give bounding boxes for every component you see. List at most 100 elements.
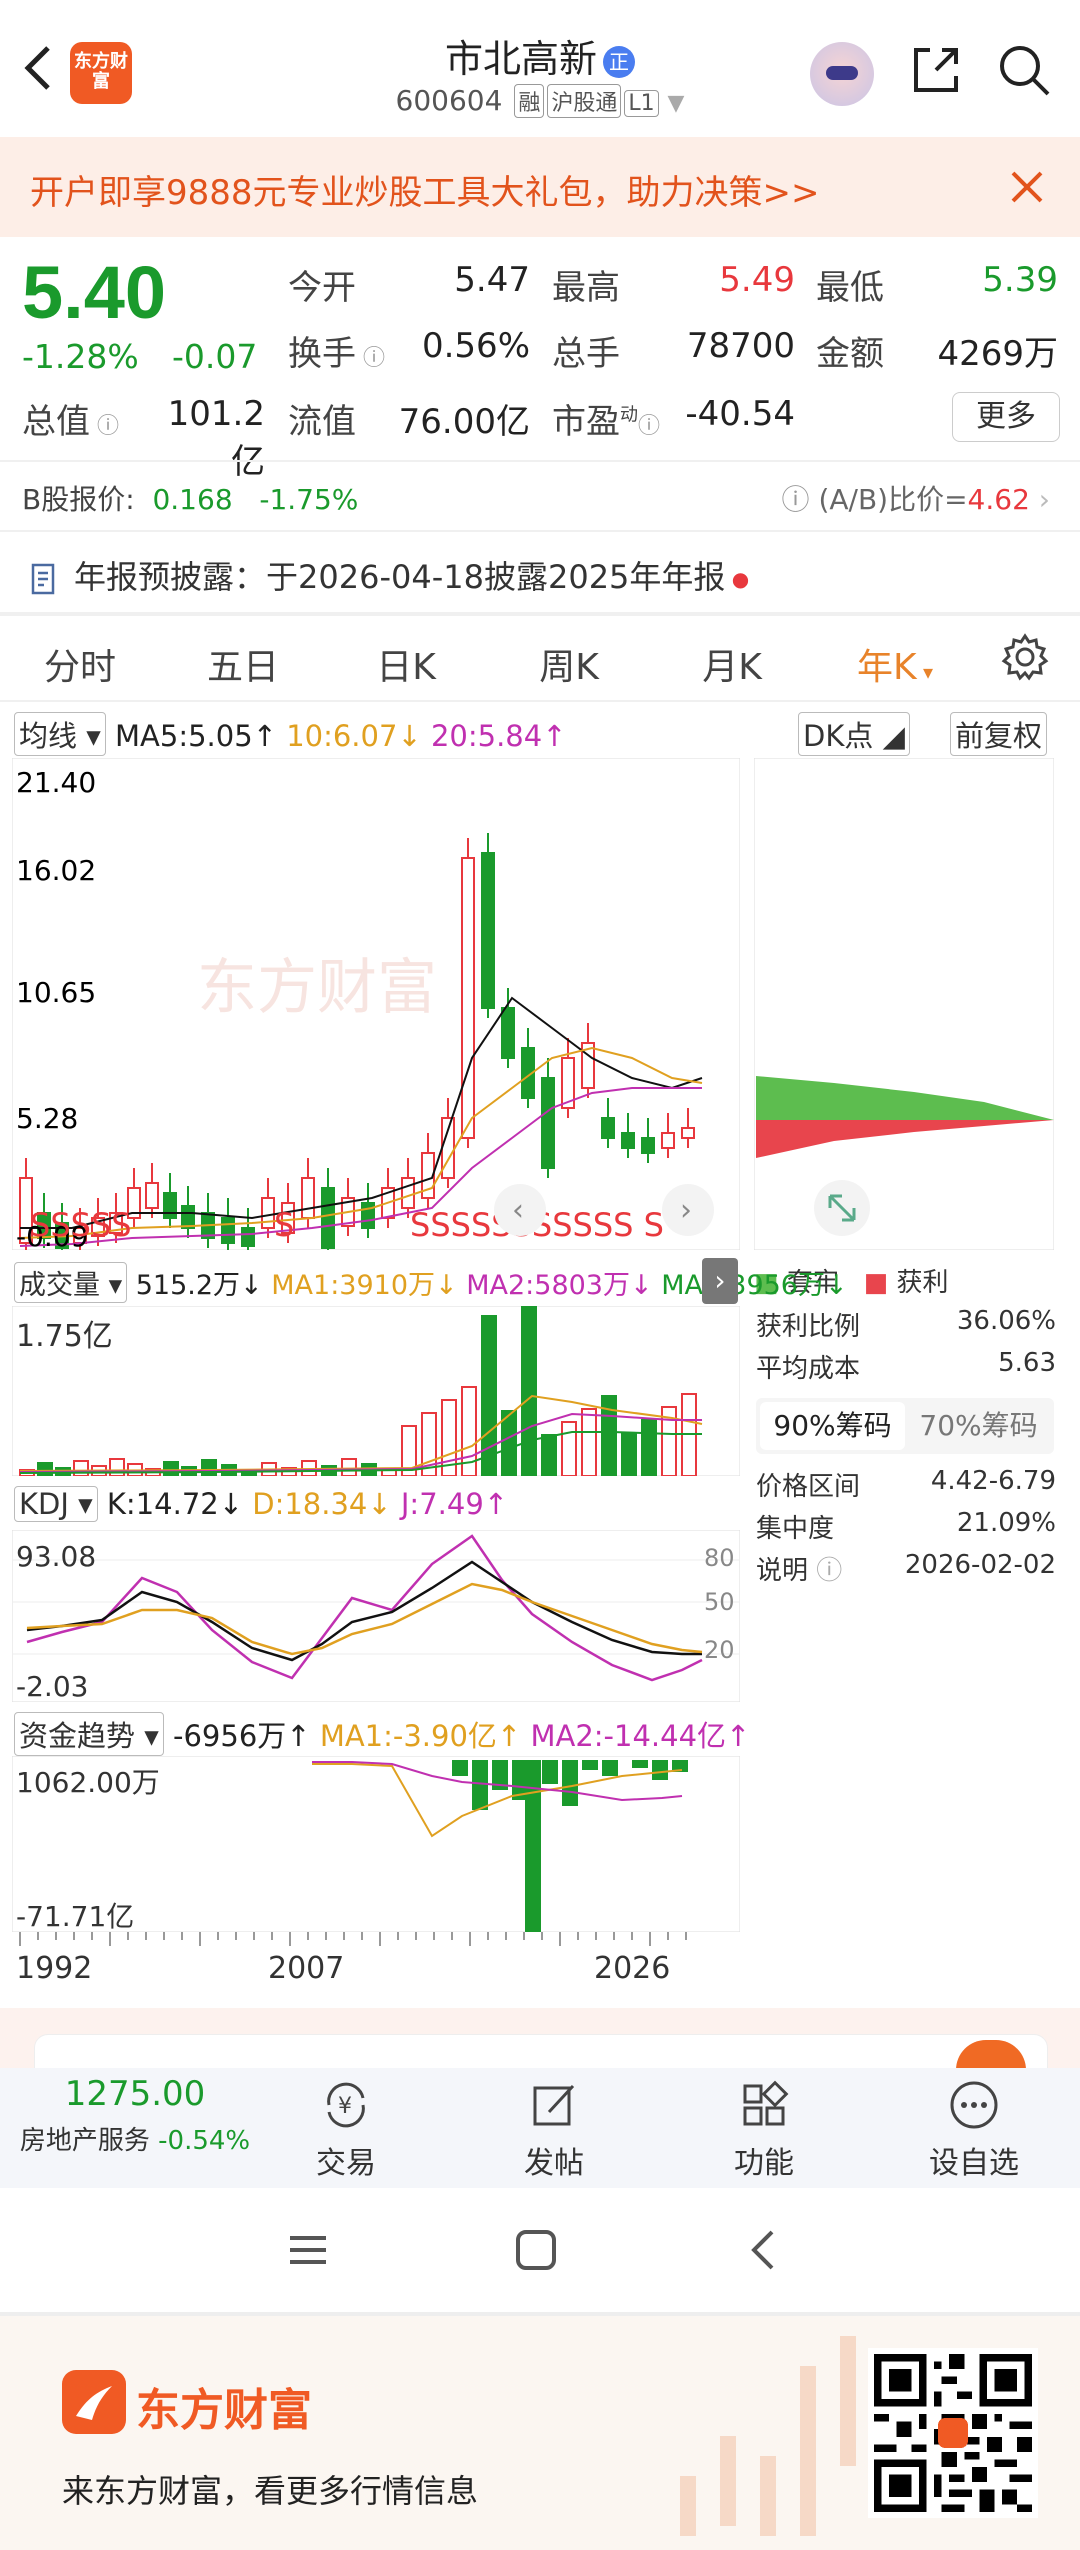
tab-yearly-k[interactable]: 年K ▾	[830, 638, 960, 690]
volume-bar	[341, 1458, 357, 1476]
change-percent: -1.28%	[22, 337, 139, 376]
volume-selector[interactable]: 成交量 ▾	[14, 1262, 128, 1303]
trade-button[interactable]: ¥ 交易	[276, 2078, 416, 2182]
candle	[601, 1117, 615, 1139]
kdj-legend: KDJ ▾ K:14.72↓ D:18.34↓ J:7.49↑	[14, 1486, 508, 1522]
divider	[0, 700, 1080, 702]
tab-weekly-k[interactable]: 周K	[504, 638, 634, 690]
amount-label: 金额	[816, 334, 884, 374]
divider	[0, 530, 1080, 532]
ma20-value: 20:5.84↑	[430, 719, 567, 753]
ma-selector[interactable]: 均线 ▾	[14, 712, 106, 756]
candle	[461, 857, 475, 1139]
candle	[641, 1137, 655, 1154]
banner-text[interactable]: 开户即享9888元专业炒股工具大礼包，助力决策>>	[30, 165, 820, 214]
x-label-mid: 2007	[268, 1951, 344, 1986]
s-signal-marker: S	[274, 1206, 294, 1244]
chip-distribution-chart[interactable]	[754, 758, 1054, 1250]
nav-back-icon[interactable]	[742, 2228, 786, 2272]
promo-slogan: 来东方财富，看更多行情信息	[62, 2472, 479, 2510]
fund-bar	[582, 1760, 598, 1770]
concentration-row: 集中度 21.09%	[756, 1508, 1056, 1544]
kdj-selector[interactable]: KDJ ▾	[14, 1486, 98, 1522]
index-pct: -0.54%	[158, 2126, 251, 2156]
qr-code[interactable]	[868, 2348, 1038, 2518]
fund-trend-selector[interactable]: 资金趋势 ▾	[14, 1712, 164, 1756]
menu-icon[interactable]	[286, 2228, 330, 2272]
y-label: 16.02	[16, 854, 96, 887]
back-arrow-icon[interactable]	[18, 40, 58, 96]
market-cap-value: 101.2亿	[167, 394, 265, 482]
chip-stats: 获利比例 36.06% 平均成本 5.63 90%筹码 70%筹码 价格区间 4.42…	[756, 1306, 1056, 1596]
fund-bar	[632, 1760, 648, 1768]
kline-chart[interactable]: 东方财富 21.40 16.02 10.65 5.28 -0.09 SSSSS S…	[12, 758, 740, 1250]
kdj-y-bottom: -2.03	[16, 1670, 88, 1702]
divider	[0, 460, 1080, 462]
post-button[interactable]: 发帖	[484, 2078, 624, 2182]
tab-monthly-k[interactable]: 月K	[667, 638, 797, 690]
pe-value: -40.54	[685, 394, 795, 434]
float-cap-value: 76.00亿	[398, 402, 530, 442]
volume-bar	[641, 1419, 657, 1476]
adjust-selector[interactable]: 前复权	[950, 712, 1048, 756]
assistant-avatar[interactable]	[810, 42, 874, 106]
info-icon[interactable]: ⓘ	[808, 1556, 842, 1586]
dk-point-toggle[interactable]: DK点 ◢	[798, 712, 910, 756]
tab-five-day[interactable]: 五日	[178, 638, 308, 690]
margin-tag: 融	[514, 84, 545, 118]
current-price: 5.40	[22, 251, 167, 334]
annual-report-notice[interactable]: 年报预披露：于2026-04-18披露2025年年报 ●	[30, 552, 749, 598]
ab-ratio[interactable]: ⓘ (A/B)比价=4.62 ›	[782, 478, 1050, 518]
home-icon[interactable]	[514, 2228, 558, 2272]
candle	[501, 1007, 515, 1059]
legend-scroll-button[interactable]: ›	[702, 1258, 738, 1304]
fund-bar	[562, 1760, 578, 1806]
high-label: 最高	[552, 268, 620, 308]
candle	[361, 1202, 375, 1229]
b-share-quote[interactable]: B股报价: 0.168 -1.75%	[22, 478, 358, 518]
fund-bar	[652, 1760, 668, 1780]
close-icon[interactable]	[1005, 165, 1049, 209]
kdj-chart[interactable]: 93.08 -2.03 80 50 20	[12, 1530, 740, 1702]
candle	[321, 1187, 335, 1249]
tab-daily-k[interactable]: 日K	[341, 638, 471, 690]
divider	[0, 612, 1080, 616]
more-button[interactable]: 更多	[952, 392, 1060, 442]
fund-trend-legend: 资金趋势 ▾ -6956万↑ MA1:-3.90亿↑ MA2:-14.44亿↑	[14, 1712, 750, 1756]
info-icon[interactable]: ⓘ	[638, 414, 660, 439]
tab-70-chips[interactable]: 70%筹码	[906, 1402, 1051, 1450]
volume-chart[interactable]: 1.75亿	[12, 1306, 740, 1476]
search-icon[interactable]	[996, 42, 1052, 98]
y-label-max: 21.40	[16, 766, 96, 799]
x-label-end: 2026	[594, 1951, 670, 1986]
promo-banner[interactable]: 开户即享9888元专业炒股工具大礼包，助力决策>>	[0, 137, 1080, 237]
level-tag: L1	[624, 90, 659, 117]
candle	[401, 1177, 415, 1209]
kdj-ref-80: 80	[704, 1544, 735, 1572]
volume-bar	[521, 1306, 537, 1476]
share-icon[interactable]	[908, 42, 964, 98]
tab-90-chips[interactable]: 90%筹码	[760, 1402, 905, 1450]
fund-y-bottom: -71.71亿	[16, 1900, 134, 1932]
ma10-value: 10:6.07↓	[286, 719, 422, 753]
fund-trend-chart[interactable]: 1062.00万 -71.71亿	[12, 1756, 740, 1932]
functions-button[interactable]: 功能	[694, 2078, 834, 2182]
avg-cost-row: 平均成本 5.63	[756, 1348, 1056, 1384]
more-dots-icon	[950, 2081, 998, 2129]
index-value: 1275.00	[64, 2074, 206, 2114]
candle	[661, 1132, 675, 1149]
stock-code-line[interactable]: 600604 融沪股通 L1 ▼	[300, 84, 780, 118]
add-watchlist-button[interactable]: 设自选	[904, 2078, 1044, 2182]
info-icon[interactable]: ⓘ	[90, 414, 119, 439]
sector-index[interactable]: 1275.00 房地产服务 -0.54%	[0, 2074, 270, 2157]
info-icon[interactable]: ⓘ	[356, 346, 385, 371]
volume-bar	[481, 1315, 497, 1476]
volume-bar	[73, 1460, 89, 1476]
tab-intraday[interactable]: 分时	[15, 638, 145, 690]
open-label: 今开	[288, 268, 356, 308]
gear-icon[interactable]	[1000, 632, 1050, 682]
promo-footer[interactable]: 东方财富 来东方财富，看更多行情信息	[0, 2316, 1080, 2550]
yen-cycle-icon: ¥	[327, 2082, 365, 2128]
profit-ratio-row: 获利比例 36.06%	[756, 1306, 1056, 1342]
svg-text:¥: ¥	[338, 2094, 352, 2119]
